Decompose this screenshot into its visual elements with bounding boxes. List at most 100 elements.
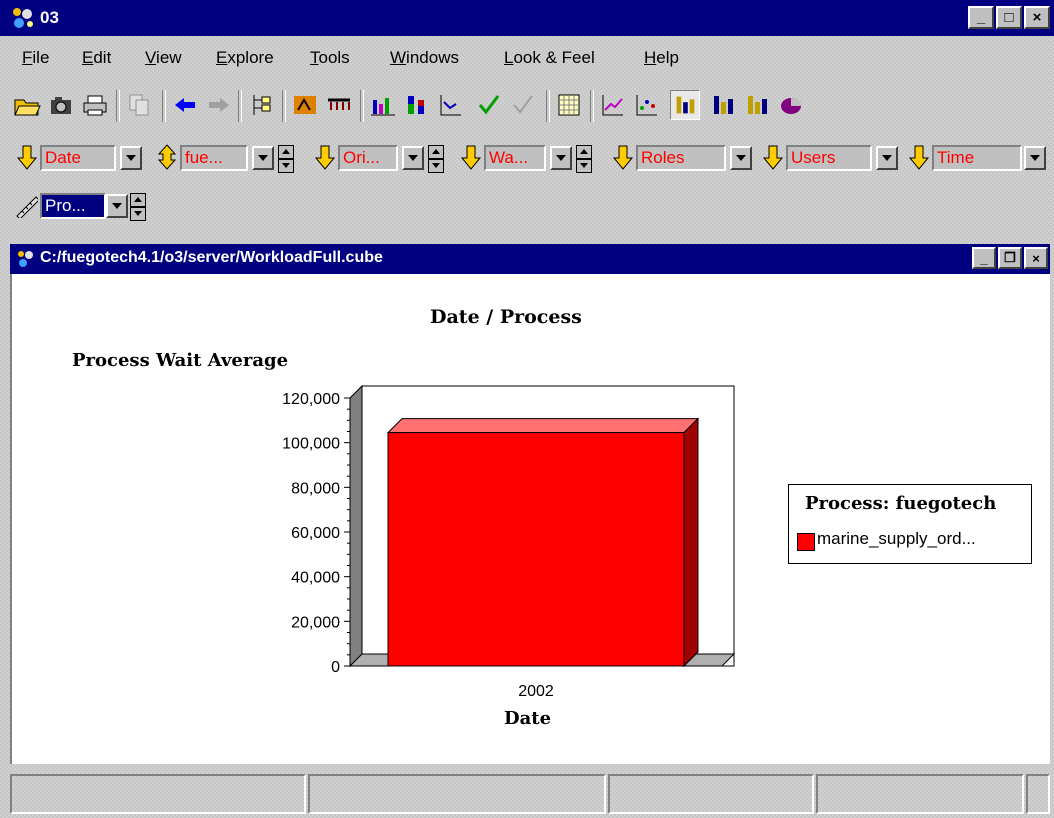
dropdown-button[interactable] — [730, 146, 752, 170]
drill-icon[interactable] — [290, 90, 320, 120]
inner-minimize-button[interactable]: _ — [972, 247, 996, 269]
spin-down-button[interactable] — [278, 159, 294, 173]
3d-column-icon[interactable] — [742, 90, 772, 120]
back-arrow-icon[interactable] — [170, 90, 200, 120]
chart-side-wall — [349, 384, 363, 668]
bar-side-face — [683, 417, 699, 668]
spin-down-button[interactable] — [576, 159, 592, 173]
drill-down-arrow-icon[interactable] — [762, 144, 784, 170]
menu-view[interactable]: View — [145, 48, 182, 68]
dropdown-button[interactable] — [402, 146, 424, 170]
x-tick-label: 2002 — [518, 683, 554, 700]
menu-help[interactable]: Help — [644, 48, 679, 68]
open-folder-icon[interactable] — [12, 90, 42, 120]
pivot-icon[interactable] — [324, 90, 354, 120]
toolbar-separator — [116, 90, 120, 122]
camera-icon[interactable] — [46, 90, 76, 120]
line-chart-icon[interactable] — [598, 90, 628, 120]
spin-down-button[interactable] — [428, 159, 444, 173]
inner-restore-button[interactable]: ❐ — [998, 247, 1022, 269]
scatter-icon[interactable] — [436, 90, 466, 120]
menu-mnemonic: V — [145, 48, 157, 67]
dimension-ori-combo[interactable]: Ori... — [338, 145, 398, 171]
dropdown-button[interactable] — [120, 146, 142, 170]
status-cell — [1026, 774, 1050, 814]
dropdown-button[interactable] — [550, 146, 572, 170]
dimension-wa-combo[interactable]: Wa... — [484, 145, 546, 171]
check-icon[interactable] — [474, 90, 504, 120]
spin-down-button[interactable] — [130, 207, 146, 221]
menu-look-and-feel[interactable]: Look & Feel — [504, 48, 595, 68]
status-cell — [10, 774, 306, 814]
menu-explore[interactable]: Explore — [216, 48, 274, 68]
order-spinner[interactable] — [130, 193, 146, 221]
3d-bar-icon[interactable] — [670, 90, 700, 120]
menu-label: dit — [93, 48, 112, 67]
order-spinner[interactable] — [576, 145, 592, 173]
spin-up-button[interactable] — [576, 145, 592, 159]
dimension-roles-combo[interactable]: Roles — [636, 145, 726, 171]
close-icon: × — [1032, 250, 1040, 266]
bar-chart-icon[interactable] — [368, 90, 398, 120]
close-button[interactable]: × — [1024, 6, 1050, 29]
forward-arrow-icon[interactable] — [204, 90, 234, 120]
legend-swatch — [797, 533, 815, 551]
drill-down-arrow-icon[interactable] — [460, 144, 482, 170]
menu-mnemonic: H — [644, 48, 657, 67]
menu-label: ools — [318, 48, 350, 67]
menu-mnemonic: T — [310, 48, 319, 67]
drill-down-arrow-icon[interactable] — [16, 144, 38, 170]
y-tick-label: 120,000 — [282, 391, 340, 408]
dimension-measure: Pro... — [16, 190, 156, 221]
y-tick-label: 0 — [331, 659, 340, 676]
stacked-bar-icon[interactable] — [402, 90, 432, 120]
drill-up-down-arrow-icon[interactable] — [156, 144, 178, 170]
toolbar-separator — [238, 90, 242, 122]
order-spinner[interactable] — [428, 145, 444, 173]
dimension-users-combo[interactable]: Users — [786, 145, 872, 171]
uncheck-icon[interactable] — [508, 90, 538, 120]
spin-up-button[interactable] — [428, 145, 444, 159]
tree-icon[interactable] — [246, 90, 276, 120]
dropdown-button[interactable] — [252, 146, 274, 170]
window-title: 03 — [40, 8, 59, 27]
menu-label: xplore — [227, 48, 274, 67]
menu-tools[interactable]: Tools — [310, 48, 350, 68]
drill-down-arrow-icon[interactable] — [612, 144, 634, 170]
dimension-fue-combo[interactable]: fue... — [180, 145, 248, 171]
menu-label: iew — [156, 48, 182, 67]
dropdown-button[interactable] — [876, 146, 898, 170]
toolbar-separator — [590, 90, 594, 122]
point-chart-icon[interactable] — [632, 90, 662, 120]
menu-mnemonic: W — [390, 48, 407, 67]
pie-chart-icon[interactable] — [776, 90, 806, 120]
menu-label: indows — [406, 48, 459, 67]
y-tick-label: 100,000 — [282, 436, 340, 453]
dropdown-button[interactable] — [106, 194, 128, 218]
dropdown-button[interactable] — [1024, 146, 1046, 170]
inner-close-button[interactable]: × — [1024, 247, 1048, 269]
drill-down-arrow-icon[interactable] — [908, 144, 930, 170]
print-icon[interactable] — [80, 90, 110, 120]
menu-edit[interactable]: Edit — [82, 48, 111, 68]
minimize-icon: _ — [976, 9, 986, 26]
dimension-measure-combo[interactable]: Pro... — [40, 193, 106, 219]
spin-up-button[interactable] — [278, 145, 294, 159]
ruler-icon[interactable] — [16, 192, 38, 218]
dimension-fue: fue... — [156, 142, 302, 173]
y-tick-label: 80,000 — [291, 480, 340, 497]
minimize-button[interactable]: _ — [968, 6, 994, 29]
3d-stacked-bar-icon[interactable] — [708, 90, 738, 120]
menu-windows[interactable]: Windows — [390, 48, 459, 68]
maximize-button[interactable]: □ — [996, 6, 1022, 29]
drill-down-arrow-icon[interactable] — [314, 144, 336, 170]
cube-window-title-bar[interactable]: C:/fuegotech4.1/o3/server/WorkloadFull.c… — [10, 244, 1050, 274]
app-title-bar[interactable]: 03 _ □ × — [0, 0, 1054, 36]
dimension-date-combo[interactable]: Date — [40, 145, 116, 171]
copy-icon[interactable] — [124, 90, 154, 120]
order-spinner[interactable] — [278, 145, 294, 173]
menu-file[interactable]: File — [22, 48, 49, 68]
grid-icon[interactable] — [554, 90, 584, 120]
spin-up-button[interactable] — [130, 193, 146, 207]
dimension-time-combo[interactable]: Time — [932, 145, 1022, 171]
